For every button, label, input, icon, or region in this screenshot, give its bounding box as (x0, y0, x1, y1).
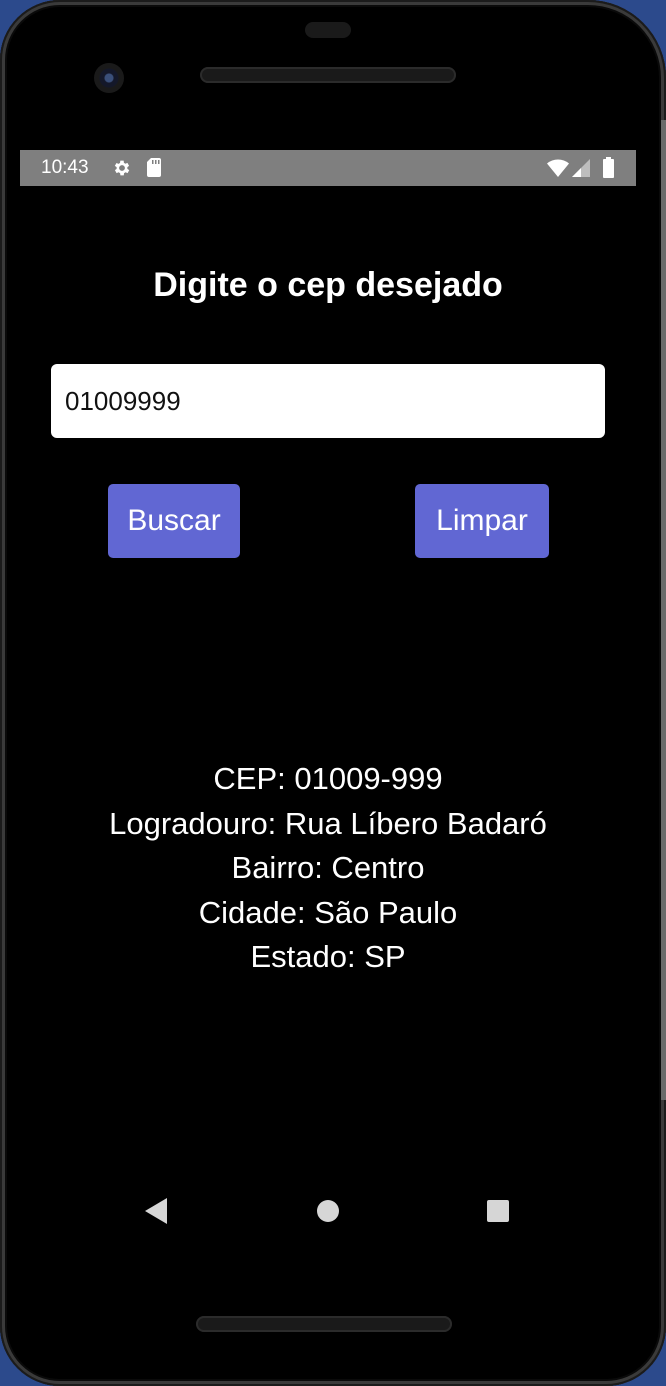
phone-frame: 10:43 Digite o cep desejado Buscar Limpa… (0, 0, 666, 1386)
address-result: CEP: 01009-999 Logradouro: Rua Líbero Ba… (20, 757, 636, 980)
home-icon[interactable] (317, 1200, 339, 1222)
recents-icon[interactable] (487, 1200, 509, 1222)
app-screen: 10:43 Digite o cep desejado Buscar Limpa… (20, 150, 636, 1278)
speaker-grille (200, 67, 456, 83)
sd-card-icon (147, 158, 161, 177)
search-button[interactable]: Buscar (108, 484, 240, 558)
result-estado: Estado: SP (250, 939, 406, 974)
side-button (661, 120, 666, 1100)
result-logradouro: Logradouro: Rua Líbero Badaró (109, 805, 547, 841)
earpiece (305, 22, 351, 38)
page-title: Digite o cep desejado (153, 266, 503, 304)
status-bar: 10:43 (20, 150, 636, 186)
result-cep: CEP: 01009-999 (213, 761, 443, 796)
gear-icon (114, 160, 130, 176)
result-bairro: Bairro: Centro (231, 850, 425, 885)
bottom-speaker-grille (196, 1316, 452, 1332)
back-icon[interactable] (145, 1198, 167, 1224)
front-camera (94, 63, 124, 93)
result-cidade: Cidade: São Paulo (198, 894, 458, 930)
cell-signal-icon (572, 159, 590, 177)
clear-button[interactable]: Limpar (415, 484, 549, 558)
status-time: 10:43 (41, 157, 89, 178)
cep-input[interactable] (51, 364, 605, 438)
wifi-icon (547, 159, 569, 177)
battery-icon (603, 157, 614, 178)
